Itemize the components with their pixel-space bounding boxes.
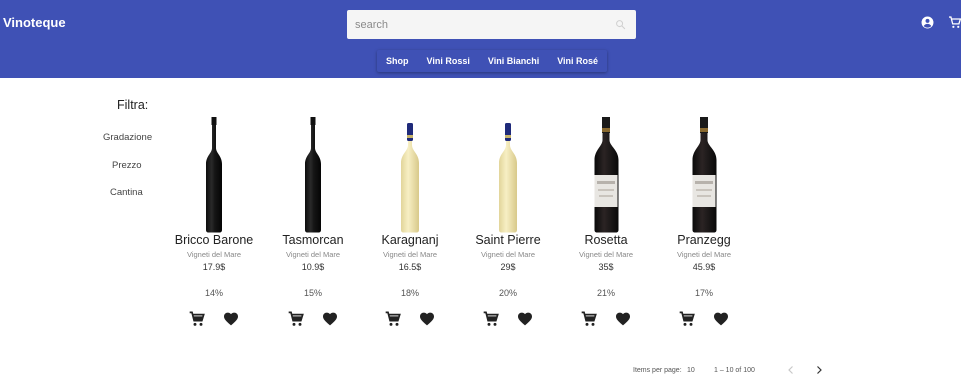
items-per-page-label: Items per page:: [633, 367, 682, 374]
search-input[interactable]: [347, 10, 636, 39]
product-price: 16.5$: [398, 262, 422, 272]
product-winery: Vigneti del Mare: [285, 250, 341, 259]
account-circle-icon[interactable]: [921, 16, 934, 29]
product-winery: Vigneti del Mare: [186, 250, 242, 259]
search-icon[interactable]: [615, 19, 626, 30]
search-box[interactable]: [347, 10, 636, 39]
add-to-cart-icon[interactable]: [580, 311, 598, 327]
heart-icon[interactable]: [418, 311, 436, 327]
filter-title: Filtra:: [117, 98, 149, 112]
page-size-select[interactable]: 10: [687, 367, 695, 374]
add-to-cart-icon[interactable]: [678, 311, 696, 327]
product-alcohol: 17%: [694, 288, 713, 298]
product-alcohol: 21%: [596, 288, 615, 298]
product-winery: Vigneti del Mare: [676, 250, 732, 259]
product-card[interactable]: Karagnanj Vigneti del Mare 16.5$ 18%: [362, 115, 458, 327]
nav-vini-rossi[interactable]: Vini Rossi: [418, 50, 479, 72]
nav-vini-bianchi[interactable]: Vini Bianchi: [479, 50, 548, 72]
product-name[interactable]: Tasmorcan: [265, 233, 361, 247]
wine-bottle-image[interactable]: [684, 115, 724, 233]
shopping-cart-icon[interactable]: [948, 16, 961, 29]
heart-icon[interactable]: [516, 311, 534, 327]
filter-gradazione[interactable]: Gradazione: [103, 132, 152, 143]
wine-bottle-image[interactable]: [390, 115, 430, 233]
chevron-right-icon[interactable]: [813, 364, 825, 376]
product-price: 17.9$: [202, 262, 226, 272]
product-alcohol: 15%: [303, 288, 322, 298]
product-name[interactable]: Karagnanj: [362, 233, 458, 247]
product-alcohol: 18%: [400, 288, 419, 298]
product-price: 29$: [500, 262, 516, 272]
wine-bottle-image[interactable]: [293, 115, 333, 233]
filter-prezzo[interactable]: Prezzo: [112, 160, 142, 171]
add-to-cart-icon[interactable]: [188, 311, 206, 327]
brand-title[interactable]: Vinoteque: [3, 15, 66, 30]
top-toolbar: Vinoteque Shop Vini Rossi Vini Bianchi V…: [0, 0, 961, 78]
filter-cantina[interactable]: Cantina: [110, 187, 143, 198]
product-card[interactable]: Saint Pierre Vigneti del Mare 29$ 20%: [460, 115, 556, 327]
product-name[interactable]: Rosetta: [558, 233, 654, 247]
add-to-cart-icon[interactable]: [482, 311, 500, 327]
product-card[interactable]: Bricco Barone Vigneti del Mare 17.9$ 14%: [166, 115, 262, 327]
heart-icon[interactable]: [712, 311, 730, 327]
heart-icon[interactable]: [321, 311, 339, 327]
chevron-left-icon[interactable]: [785, 364, 797, 376]
product-actions: [656, 311, 752, 327]
product-card[interactable]: Tasmorcan Vigneti del Mare 10.9$ 15%: [265, 115, 361, 327]
product-winery: Vigneti del Mare: [382, 250, 438, 259]
paginator-range-label: 1 – 10 of 100: [714, 367, 755, 374]
product-name[interactable]: Bricco Barone: [166, 233, 262, 247]
add-to-cart-icon[interactable]: [384, 311, 402, 327]
product-winery: Vigneti del Mare: [480, 250, 536, 259]
wine-bottle-image[interactable]: [194, 115, 234, 233]
product-actions: [558, 311, 654, 327]
product-actions: [362, 311, 458, 327]
product-card[interactable]: Pranzegg Vigneti del Mare 45.9$ 17%: [656, 115, 752, 327]
nav-shop[interactable]: Shop: [377, 50, 418, 72]
product-price: 10.9$: [301, 262, 325, 272]
product-actions: [460, 311, 556, 327]
product-name[interactable]: Pranzegg: [656, 233, 752, 247]
product-winery: Vigneti del Mare: [578, 250, 634, 259]
product-price: 35$: [598, 262, 614, 272]
product-actions: [166, 311, 262, 327]
add-to-cart-icon[interactable]: [287, 311, 305, 327]
product-card[interactable]: Rosetta Vigneti del Mare 35$ 21%: [558, 115, 654, 327]
wine-bottle-image[interactable]: [488, 115, 528, 233]
product-actions: [265, 311, 361, 327]
category-nav: Shop Vini Rossi Vini Bianchi Vini Rosé: [377, 50, 608, 72]
heart-icon[interactable]: [222, 311, 240, 327]
product-name[interactable]: Saint Pierre: [460, 233, 556, 247]
wine-bottle-image[interactable]: [586, 115, 626, 233]
heart-icon[interactable]: [614, 311, 632, 327]
product-alcohol: 20%: [498, 288, 517, 298]
product-price: 45.9$: [692, 262, 716, 272]
product-alcohol: 14%: [204, 288, 223, 298]
nav-vini-rose[interactable]: Vini Rosé: [548, 50, 607, 72]
